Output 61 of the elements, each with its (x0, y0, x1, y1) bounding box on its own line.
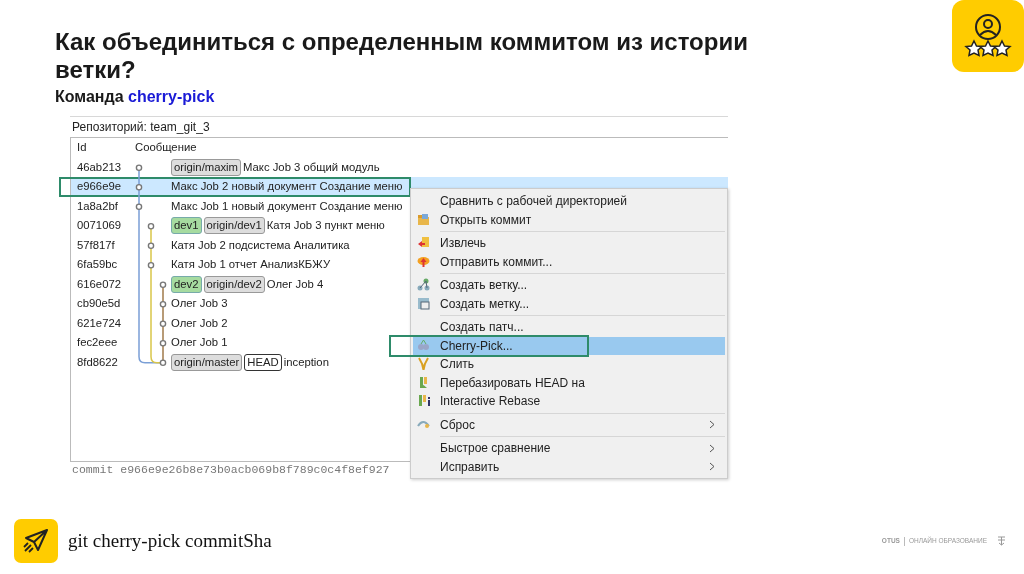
commit-id: cb90e5d (76, 296, 122, 312)
menu-item[interactable]: Cherry-Pick... (413, 336, 725, 356)
menu-item[interactable]: Открыть коммит (413, 210, 725, 230)
menu-item-icon (417, 278, 430, 292)
subtitle: Команда cherry-pick (55, 87, 216, 108)
menu-item-icon (417, 254, 430, 268)
column-header: Сообщение (134, 140, 197, 156)
commit-message: Макс Job 1 новый документ Создание меню (171, 198, 403, 214)
menu-item[interactable]: Interactive Rebase (413, 392, 725, 411)
commit-id: fec2eee (76, 335, 119, 351)
commit-id: 1a8a2bf (76, 198, 119, 214)
commit-id: 8fd8622 (76, 354, 119, 370)
column-header: Id (76, 140, 88, 156)
commit-id: 0071069 (76, 218, 122, 234)
ref-tag: origin/dev2 (203, 275, 265, 293)
menu-item[interactable]: Создать метку... (413, 294, 725, 314)
slide-title: Как объединиться с определенным коммитом из истории ветки? (55, 28, 749, 84)
ref-tag: origin/maxim (171, 158, 242, 176)
commit-hash-line: commit e966e9e26b8e73b0acb069b8f789c0c4f8ef927 (71, 462, 391, 479)
menu-item-icon (417, 212, 430, 226)
commit-message: Олег Job 3 (171, 296, 228, 312)
menu-item[interactable]: Извлечь (413, 234, 725, 253)
commit-message: Катя Job 2 подсистема Аналитика (171, 237, 350, 253)
menu-item[interactable]: Создать ветку... (413, 276, 725, 295)
commit-id: 6fa59bc (76, 257, 119, 273)
menu-item[interactable]: Создать патч... (413, 318, 725, 337)
menu-item-icon (417, 357, 430, 371)
brand-logo-icon (997, 536, 1006, 546)
commit-id: 46ab213 (76, 159, 122, 175)
commit-message: Олег Job 1 (171, 335, 228, 351)
menu-item[interactable]: Быстрое сравнение (413, 439, 725, 458)
menu-item[interactable]: Перебазировать HEAD на (413, 373, 725, 393)
commit-message: Олег Job 4 (266, 276, 324, 292)
ref-tag: origin/master (171, 353, 243, 371)
commit-id: 57f817f (76, 237, 116, 253)
paper-plane-icon (22, 527, 50, 555)
repository-label: Репозиторий: team_git_3 (71, 119, 211, 137)
commit-id: e966e9e (76, 179, 122, 195)
commit-message: Олег Job 2 (171, 315, 228, 331)
ref-tag: origin/dev1 (203, 217, 265, 235)
menu-item[interactable]: Исправить (413, 457, 725, 477)
commit-message: Катя Job 1 отчет АнализКБЖУ (171, 257, 331, 273)
ref-tag: dev1 (171, 217, 202, 235)
ref-tag: HEAD (244, 353, 282, 371)
commit-id: 616e072 (76, 276, 122, 292)
menu-item[interactable]: Сброс (413, 415, 725, 435)
menu-item-icon (417, 236, 430, 250)
footer-command: git cherry-pick commitSha (68, 528, 272, 553)
commit-row[interactable]: 46ab213 origin/maxim Макс Job 3 общий модуль (71, 157, 728, 178)
menu-item-icon (417, 296, 430, 310)
commit-message: Макс Job 3 общий модуль (243, 159, 380, 175)
menu-item-icon (417, 338, 430, 352)
commit-message: Макс Job 2 новый документ Создание меню (171, 179, 403, 195)
ref-tag: dev2 (171, 275, 202, 293)
menu-item-icon (417, 375, 430, 389)
menu-item-icon (417, 394, 433, 408)
commit-id: 621e724 (76, 315, 122, 331)
menu-item[interactable]: Отправить коммит... (413, 252, 725, 272)
commit-message: Катя Job 3 пункт меню (266, 218, 385, 234)
commit-message: inception (283, 354, 329, 370)
menu-item[interactable]: Слить (413, 355, 725, 374)
